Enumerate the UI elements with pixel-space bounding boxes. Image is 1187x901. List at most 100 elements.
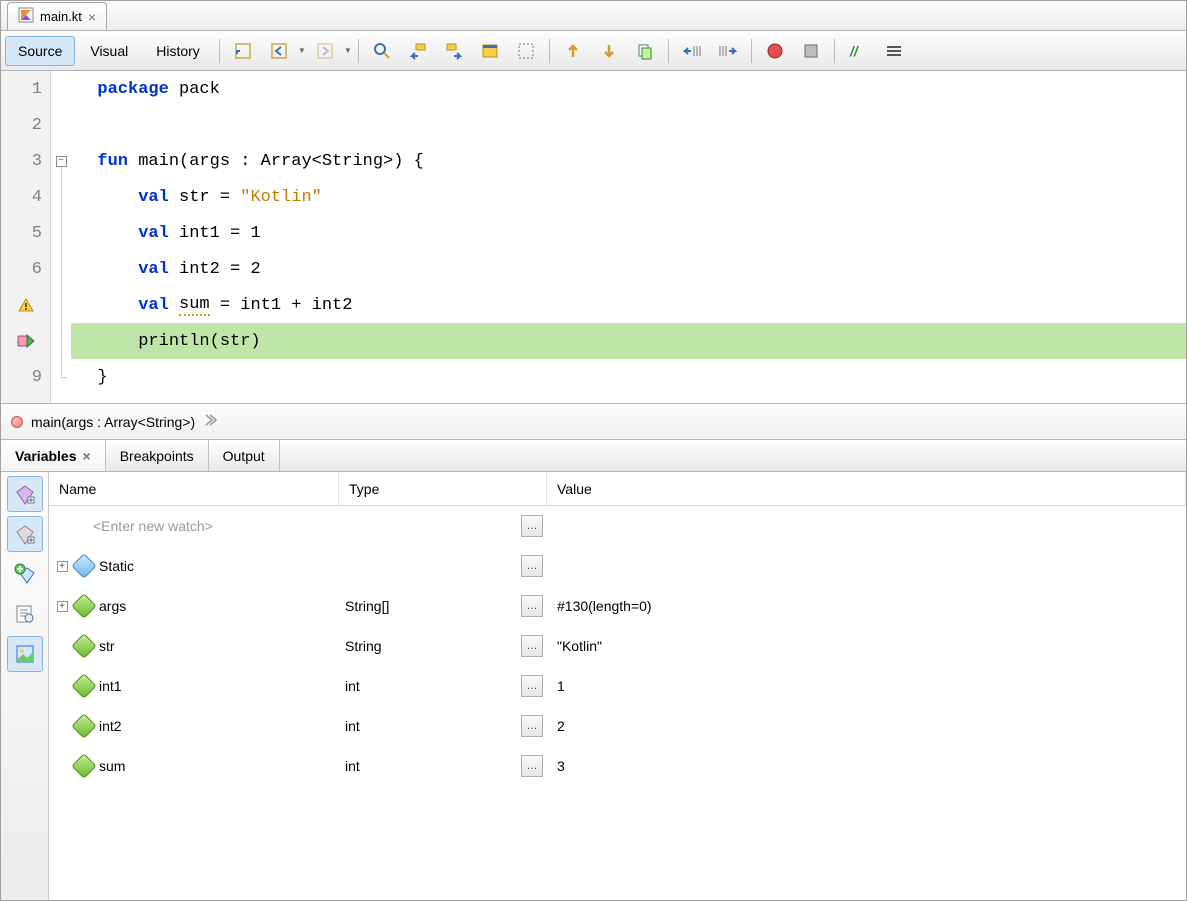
watch-input-row[interactable]: <Enter new watch> … (49, 506, 1186, 546)
line-number[interactable]: 4 (1, 179, 50, 215)
dropdown-icon[interactable]: ▼ (298, 46, 306, 55)
line-number[interactable]: 9 (1, 359, 50, 395)
expand-toggle[interactable]: + (57, 601, 68, 612)
dropdown-icon[interactable]: ▼ (344, 46, 352, 55)
copy-button[interactable] (628, 36, 662, 66)
filter-button[interactable] (7, 636, 43, 672)
local-var-icon (71, 713, 96, 738)
toolbar-separator (668, 39, 669, 63)
shift-right-button[interactable] (711, 36, 745, 66)
breadcrumb-bar: main(args : Array<String>) (1, 404, 1186, 440)
code-editor[interactable]: 1 2 3 4 5 6 9 − package pack fun main(ar… (1, 71, 1186, 404)
code-line[interactable]: println(str) (71, 323, 1186, 359)
kotlin-file-icon (18, 7, 34, 26)
show-watches-button[interactable] (7, 476, 43, 512)
local-var-icon (71, 593, 96, 618)
copy-icon (635, 41, 655, 61)
line-number[interactable]: 5 (1, 215, 50, 251)
toolbar-separator (219, 39, 220, 63)
line-number[interactable]: 6 (1, 251, 50, 287)
var-value: #130(length=0) (547, 598, 1186, 614)
find-button[interactable] (365, 36, 399, 66)
toolbar-separator (834, 39, 835, 63)
col-name[interactable]: Name (49, 472, 339, 505)
uncomment-button[interactable] (877, 36, 911, 66)
ellipsis-button[interactable]: … (521, 635, 543, 657)
next-bookmark-button[interactable] (437, 36, 471, 66)
debug-tab-strip: Variables× Breakpoints Output (1, 440, 1186, 472)
fold-toggle[interactable]: − (56, 156, 67, 167)
line-number[interactable]: 2 (1, 107, 50, 143)
col-type[interactable]: Type (339, 472, 547, 505)
chevron-right-icon[interactable] (203, 413, 217, 430)
var-value: 3 (547, 758, 1186, 774)
prev-bookmark-icon (408, 41, 428, 61)
variable-row[interactable]: strString…"Kotlin" (49, 626, 1186, 666)
record-macro-button[interactable] (758, 36, 792, 66)
tab-breakpoints[interactable]: Breakpoints (106, 440, 209, 471)
tab-label: Breakpoints (120, 448, 194, 464)
stop-macro-button[interactable] (794, 36, 828, 66)
line-number[interactable]: 1 (1, 71, 50, 107)
code-line[interactable] (71, 107, 1186, 143)
var-type: String[] (339, 598, 517, 614)
variable-row[interactable]: + args String[]…#130(length=0) (49, 586, 1186, 626)
tab-source[interactable]: Source (5, 36, 75, 66)
file-tab-main[interactable]: main.kt × (7, 2, 107, 30)
code-line[interactable]: package pack (71, 71, 1186, 107)
variable-row[interactable]: int2int…2 (49, 706, 1186, 746)
show-evaluated-button[interactable] (7, 516, 43, 552)
shift-up-button[interactable] (556, 36, 590, 66)
toggle-bookmark-button[interactable] (473, 36, 507, 66)
plus-gem-icon (14, 563, 36, 585)
expand-toggle[interactable]: + (57, 561, 68, 572)
code-line[interactable]: fun main(args : Array<String>) { (71, 143, 1186, 179)
col-value[interactable]: Value (547, 472, 1186, 505)
shift-down-button[interactable] (592, 36, 626, 66)
tab-visual[interactable]: Visual (77, 36, 141, 66)
var-name: int1 (99, 678, 122, 694)
forward-button[interactable] (308, 36, 342, 66)
debug-panel: Variables× Breakpoints Output Name Type … (1, 440, 1186, 900)
code-line[interactable]: val int2 = 2 (71, 251, 1186, 287)
close-icon[interactable]: × (88, 9, 96, 25)
var-name: args (99, 598, 126, 614)
ellipsis-button[interactable]: … (521, 595, 543, 617)
code-line[interactable]: } (71, 359, 1186, 395)
code-line[interactable]: val sum = int1 + int2 (71, 287, 1186, 323)
variable-row[interactable]: sumint…3 (49, 746, 1186, 786)
prev-bookmark-button[interactable] (401, 36, 435, 66)
highlight-select-icon (516, 41, 536, 61)
arrow-up-icon (563, 41, 583, 61)
var-type: int (339, 678, 517, 694)
settings-button[interactable] (7, 596, 43, 632)
ellipsis-button[interactable]: … (521, 555, 543, 577)
code-body[interactable]: package pack fun main(args : Array<Strin… (71, 71, 1186, 403)
comment-button[interactable]: // (841, 36, 875, 66)
ellipsis-button[interactable]: … (521, 515, 543, 537)
var-value: 2 (547, 718, 1186, 734)
code-line[interactable]: val str = "Kotlin" (71, 179, 1186, 215)
tab-output[interactable]: Output (209, 440, 280, 471)
variable-row[interactable]: +Static… (49, 546, 1186, 586)
tab-history[interactable]: History (143, 36, 213, 66)
local-var-icon (71, 753, 96, 778)
back-button[interactable] (262, 36, 296, 66)
new-watch-button[interactable] (7, 556, 43, 592)
shift-left-button[interactable] (675, 36, 709, 66)
variables-side-toolbar (1, 472, 49, 900)
variable-row[interactable]: int1int…1 (49, 666, 1186, 706)
code-line[interactable]: val int1 = 1 (71, 215, 1186, 251)
watch-placeholder: <Enter new watch> (93, 518, 213, 534)
ellipsis-button[interactable]: … (521, 715, 543, 737)
ellipsis-button[interactable]: … (521, 755, 543, 777)
ellipsis-button[interactable]: … (521, 675, 543, 697)
toggle-highlight-button[interactable] (509, 36, 543, 66)
warning-gutter-icon[interactable] (1, 287, 50, 323)
last-edit-button[interactable] (226, 36, 260, 66)
breadcrumb-label[interactable]: main(args : Array<String>) (31, 414, 195, 430)
close-icon[interactable]: × (83, 448, 91, 464)
line-number[interactable]: 3 (1, 143, 50, 179)
current-execution-icon[interactable] (1, 323, 50, 359)
tab-variables[interactable]: Variables× (1, 440, 106, 471)
